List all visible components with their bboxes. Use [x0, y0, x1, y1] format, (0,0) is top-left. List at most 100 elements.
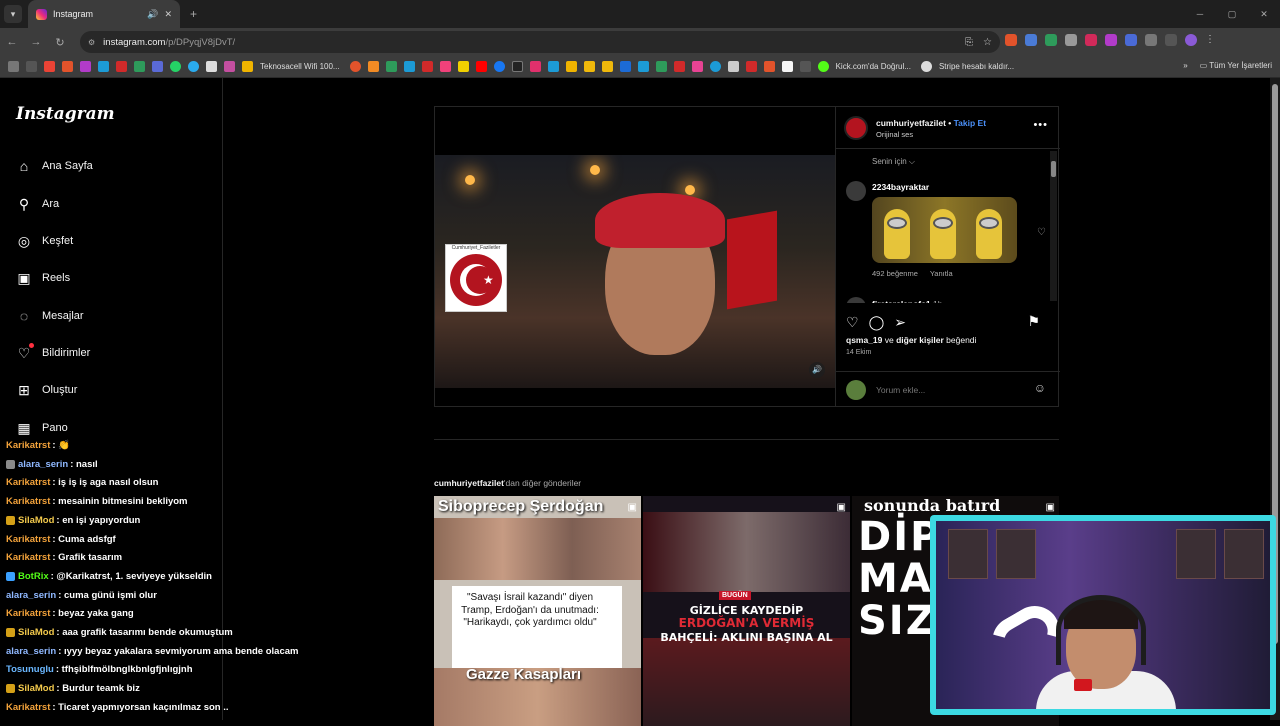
- forward-icon[interactable]: →: [24, 36, 48, 48]
- tab-close-icon[interactable]: ✕: [164, 9, 172, 20]
- bookmark-favicon-icon[interactable]: [367, 61, 379, 72]
- back-icon[interactable]: ←: [0, 36, 24, 48]
- comment-sort-dropdown[interactable]: Senin için ⌵: [872, 157, 915, 167]
- nav-explore[interactable]: ◎ Keşfet: [16, 233, 73, 249]
- whatsapp-icon[interactable]: [170, 61, 181, 72]
- nav-notifications[interactable]: ♡ Bildirimler: [16, 343, 90, 361]
- nav-create[interactable]: ⊞ Oluştur: [16, 382, 77, 398]
- commenter-avatar[interactable]: [846, 297, 866, 303]
- extension-icon[interactable]: [1005, 34, 1017, 46]
- bookmark-favicon-icon[interactable]: [242, 61, 253, 72]
- bookmark-favicon-icon[interactable]: [655, 61, 667, 72]
- bookmark-favicon-icon[interactable]: [457, 61, 469, 72]
- liked-by-user[interactable]: qsma_19: [846, 335, 882, 345]
- site-info-icon[interactable]: ⚙: [88, 38, 95, 47]
- browser-tab[interactable]: Instagram 🔊 ✕: [28, 0, 180, 28]
- more-options-icon[interactable]: •••: [1033, 119, 1048, 131]
- install-app-icon[interactable]: ⎘: [965, 37, 973, 48]
- bookmark-favicon-icon[interactable]: [781, 61, 793, 72]
- bookmark-favicon-icon[interactable]: [439, 61, 451, 72]
- bookmark-favicon-icon[interactable]: [547, 61, 559, 72]
- bookmark-favicon-icon[interactable]: [709, 61, 721, 72]
- extension-icon[interactable]: [1105, 34, 1117, 46]
- bookmark-favicon-icon[interactable]: [152, 61, 163, 72]
- apps-grid-icon[interactable]: [8, 61, 19, 72]
- telegram-icon[interactable]: [188, 61, 199, 72]
- bookmark-favicon-icon[interactable]: [349, 61, 361, 72]
- folder-icon[interactable]: [799, 61, 811, 72]
- author-username[interactable]: cumhuriyetfazilet: [876, 118, 946, 128]
- bookmark-favicon-icon[interactable]: [727, 61, 739, 72]
- audio-label[interactable]: Orijinal ses: [876, 130, 913, 139]
- reply-button[interactable]: Yanıtla: [930, 269, 953, 278]
- commenter-avatar[interactable]: [846, 181, 866, 201]
- gmail-icon[interactable]: [44, 61, 55, 72]
- bookmark-favicon-icon[interactable]: [763, 61, 775, 72]
- comment-input[interactable]: [876, 383, 1016, 397]
- extension-icon[interactable]: [1085, 34, 1097, 46]
- share-icon[interactable]: ➢: [894, 314, 906, 331]
- comments-scrollbar[interactable]: [1050, 151, 1057, 301]
- bookmark-favicon-icon[interactable]: [385, 61, 397, 72]
- post-video[interactable]: Cumhuriyet_Faziletler ★ 🔊: [435, 107, 835, 406]
- bookmark-favicon-icon[interactable]: [565, 61, 577, 72]
- reading-list-icon[interactable]: [1165, 34, 1177, 46]
- post-thumbnail[interactable]: BUGÜN GİZLİCE KAYDEDİP ERDOĞAN'A VERMİŞ …: [643, 496, 850, 726]
- folder-icon[interactable]: [26, 61, 37, 72]
- comment-icon[interactable]: ◯: [869, 314, 885, 331]
- bookmark-favicon-icon[interactable]: [116, 61, 127, 72]
- post-thumbnail[interactable]: Siboprecep Şerdoğan "Savaşı İsrail kazan…: [434, 496, 641, 726]
- comment-username[interactable]: firatarslanofc1: [872, 299, 931, 303]
- bookmark-favicon-icon[interactable]: [134, 61, 145, 72]
- extension-icon[interactable]: [1125, 34, 1137, 46]
- minimize-icon[interactable]: ─: [1184, 0, 1216, 28]
- comment-like-icon[interactable]: ♡: [1037, 227, 1046, 238]
- bookmark-favicon-icon[interactable]: [673, 61, 685, 72]
- comment-username[interactable]: 2234bayraktar: [872, 182, 929, 192]
- all-bookmarks-folder[interactable]: ▭ Tüm Yer İşaretleri: [1200, 61, 1272, 70]
- maximize-icon[interactable]: ▢: [1216, 0, 1248, 28]
- like-icon[interactable]: ♡: [846, 314, 859, 331]
- new-tab-icon[interactable]: +: [190, 7, 197, 21]
- reload-icon[interactable]: ↻: [48, 36, 72, 49]
- binance-icon[interactable]: [601, 61, 613, 72]
- save-icon[interactable]: ⚑: [1027, 313, 1040, 330]
- bookmark-kick[interactable]: Kick.com'da Doğrul...: [836, 62, 911, 71]
- bookmark-favicon-icon[interactable]: [619, 61, 631, 72]
- scrollbar-thumb[interactable]: [1051, 161, 1056, 177]
- nav-search[interactable]: ⚲ Ara: [16, 196, 59, 212]
- profile-avatar[interactable]: [1185, 34, 1197, 46]
- extension-icon[interactable]: [1025, 34, 1037, 46]
- bookmark-favicon-icon[interactable]: [637, 61, 649, 72]
- more-posts-user[interactable]: cumhuriyetfazilet: [434, 478, 504, 488]
- extension-icon[interactable]: [1045, 34, 1057, 46]
- bookmark-favicon-icon[interactable]: [98, 61, 109, 72]
- youtube-icon[interactable]: [475, 61, 487, 72]
- instagram-logo[interactable]: Instagram: [16, 104, 115, 124]
- bookmark-favicon-icon[interactable]: [403, 61, 415, 72]
- nav-home[interactable]: ⌂ Ana Sayfa: [16, 158, 93, 174]
- mute-icon[interactable]: 🔊: [809, 362, 825, 378]
- extension-icon[interactable]: [1065, 34, 1077, 46]
- more-bookmarks-icon[interactable]: »: [1183, 61, 1187, 70]
- bookmark-favicon-icon[interactable]: [421, 61, 433, 72]
- bookmark-favicon-icon[interactable]: [80, 61, 91, 72]
- nav-dashboard[interactable]: ▦ Pano: [16, 420, 67, 436]
- tab-search-icon[interactable]: ▾: [4, 5, 22, 23]
- liked-by-others[interactable]: diğer kişiler: [896, 335, 944, 345]
- follow-button[interactable]: Takip Et: [954, 118, 986, 128]
- close-window-icon[interactable]: ✕: [1248, 0, 1280, 28]
- nav-messages[interactable]: ◌ Mesajlar: [16, 308, 84, 324]
- binance-icon[interactable]: [583, 61, 595, 72]
- browser-menu-icon[interactable]: ⋮: [1205, 34, 1217, 46]
- comment-likes-count[interactable]: 492 beğenme: [872, 269, 918, 278]
- url-input[interactable]: ⚙ instagram.com/p/DPyqjV8jDvT/ ⎘ ☆: [80, 31, 1000, 53]
- facebook-icon[interactable]: [493, 61, 505, 72]
- x-icon[interactable]: [511, 61, 523, 72]
- bookmark-favicon-icon[interactable]: [224, 61, 235, 72]
- bookmark-favicon-icon[interactable]: [62, 61, 73, 72]
- bookmark-star-icon[interactable]: ☆: [983, 37, 992, 48]
- extensions-puzzle-icon[interactable]: [1145, 34, 1157, 46]
- emoji-icon[interactable]: ☺: [1034, 381, 1046, 395]
- bookmark-teknosacell[interactable]: Teknosacell Wifi 100...: [260, 62, 340, 71]
